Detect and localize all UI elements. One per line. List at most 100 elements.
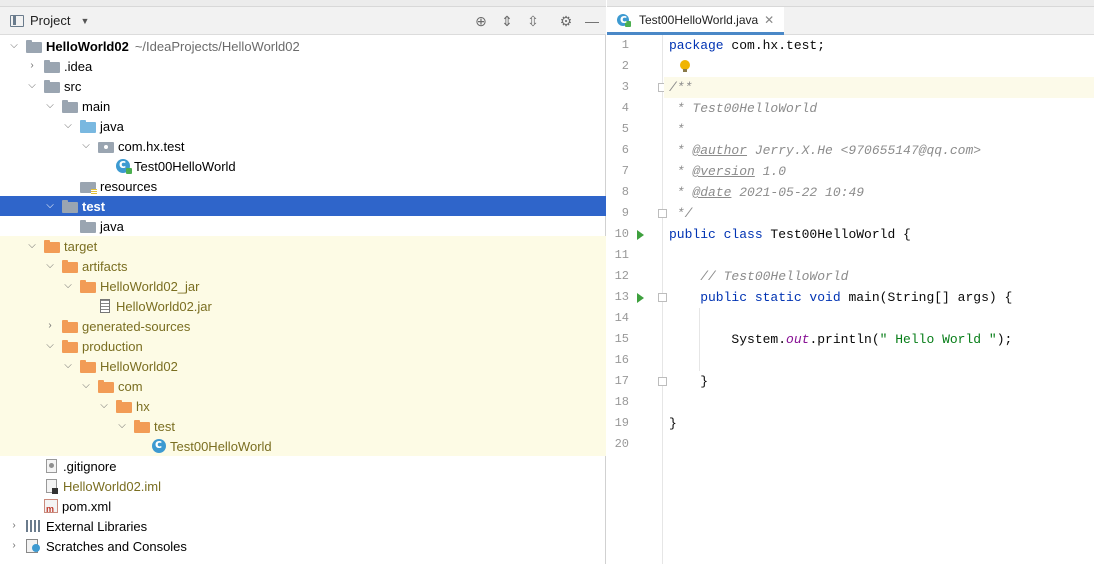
chevron-down-icon[interactable]: ⌵ bbox=[62, 360, 74, 372]
collapse-all-icon[interactable]: ⇳ bbox=[525, 13, 541, 29]
tree-item-java-main[interactable]: ⌵ java bbox=[0, 116, 606, 136]
tree-item-label: src bbox=[64, 78, 82, 94]
chevron-right-icon[interactable]: › bbox=[8, 520, 20, 532]
tree-item-label: com bbox=[118, 378, 143, 394]
line-number: 7 bbox=[621, 164, 629, 178]
chevron-down-icon[interactable]: ⌵ bbox=[62, 280, 74, 292]
tree-item-production[interactable]: ⌵ production bbox=[0, 336, 606, 356]
project-view-selector[interactable]: Project ▼ bbox=[10, 13, 89, 28]
chevron-down-icon[interactable]: ⌵ bbox=[8, 40, 20, 52]
line-number: 9 bbox=[621, 206, 629, 220]
tree-item-scratches[interactable]: › Scratches and Consoles bbox=[0, 536, 606, 556]
tree-item-hx[interactable]: ⌵ hx bbox=[0, 396, 606, 416]
tree-item-label: artifacts bbox=[82, 258, 128, 274]
tree-item-jar-folder[interactable]: ⌵ HelloWorld02_jar bbox=[0, 276, 606, 296]
tree-item-test[interactable]: ⌵ test bbox=[0, 196, 606, 216]
editor-window: Test00HelloWorld.java ✕ 1234567891011121… bbox=[607, 0, 1094, 564]
chevron-down-icon[interactable]: ⌵ bbox=[80, 140, 92, 152]
package-icon bbox=[98, 141, 114, 153]
tree-item-test-out[interactable]: ⌵ test bbox=[0, 416, 606, 436]
project-panel-title: Project bbox=[30, 13, 71, 28]
code-token: @date bbox=[692, 185, 732, 200]
tree-item-main[interactable]: ⌵ main bbox=[0, 96, 606, 116]
tree-item-idea[interactable]: › .idea bbox=[0, 56, 606, 76]
code-line: package com.hx.test; bbox=[664, 35, 1094, 56]
tree-item-generated-sources[interactable]: › generated-sources bbox=[0, 316, 606, 336]
tree-item-label: main bbox=[82, 98, 111, 114]
tree-item-label: test bbox=[154, 418, 175, 434]
chevron-right-icon[interactable]: › bbox=[8, 540, 20, 552]
gear-icon[interactable]: ⚙ bbox=[558, 13, 574, 29]
tree-item-helloworld02[interactable]: ⌵ HelloWorld02 ~/IdeaProjects/HelloWorld… bbox=[0, 36, 606, 56]
code-token: * bbox=[669, 122, 685, 137]
jar-file-icon bbox=[100, 299, 110, 313]
code-token: * Test00HelloWorld bbox=[669, 101, 818, 116]
line-number: 16 bbox=[614, 353, 629, 367]
tree-item-resources[interactable]: resources bbox=[0, 176, 606, 196]
chevron-right-icon[interactable]: › bbox=[26, 60, 38, 72]
chevron-down-icon[interactable]: ⌵ bbox=[26, 80, 38, 92]
line-number: 17 bbox=[614, 374, 629, 388]
editor-tab[interactable]: Test00HelloWorld.java ✕ bbox=[607, 7, 785, 35]
folder-icon bbox=[44, 59, 60, 73]
chevron-down-icon[interactable]: ⌵ bbox=[44, 340, 56, 352]
tree-item-pom[interactable]: pom.xml bbox=[0, 496, 606, 516]
chevron-down-icon[interactable]: ⌵ bbox=[26, 240, 38, 252]
chevron-down-icon[interactable]: ⌵ bbox=[44, 100, 56, 112]
maven-file-icon bbox=[44, 499, 58, 514]
tree-item-label: java bbox=[100, 218, 124, 234]
excluded-folder-icon bbox=[62, 319, 78, 333]
code-area[interactable]: package com.hx.test; /** * Test00HelloWor… bbox=[664, 35, 1094, 564]
code-line: * @date 2021-05-22 10:49 bbox=[664, 182, 1094, 203]
chevron-down-icon[interactable]: ⌵ bbox=[98, 400, 110, 412]
chevron-down-icon[interactable]: ⌵ bbox=[44, 200, 56, 212]
chevron-right-icon[interactable]: › bbox=[44, 320, 56, 332]
folder-icon bbox=[44, 79, 60, 93]
locate-icon[interactable]: ⊕ bbox=[473, 13, 489, 29]
tree-item-jar-file[interactable]: HelloWorld02.jar bbox=[0, 296, 606, 316]
intention-bulb-icon[interactable] bbox=[680, 60, 690, 72]
top-strip bbox=[0, 0, 606, 7]
code-token: 2021-05-22 10:49 bbox=[731, 185, 865, 200]
run-gutter-icon[interactable] bbox=[637, 293, 644, 303]
tree-item-label: java bbox=[100, 118, 124, 134]
tree-item-external-libraries[interactable]: › External Libraries bbox=[0, 516, 606, 536]
code-line: } bbox=[664, 371, 1094, 392]
chevron-down-icon[interactable]: ⌵ bbox=[44, 260, 56, 272]
tree-item-label: HelloWorld02 bbox=[100, 358, 178, 374]
tree-item-java-test[interactable]: java bbox=[0, 216, 606, 236]
tree-item-class[interactable]: Test00HelloWorld bbox=[0, 156, 606, 176]
code-token: package bbox=[669, 38, 724, 53]
hide-icon[interactable]: — bbox=[584, 13, 600, 29]
code-token: * bbox=[669, 143, 693, 158]
excluded-folder-icon bbox=[62, 259, 78, 273]
tree-item-package[interactable]: ⌵ com.hx.test bbox=[0, 136, 606, 156]
source-folder-icon bbox=[80, 119, 96, 133]
code-token: Test00HelloWorld { bbox=[762, 227, 911, 242]
close-icon[interactable]: ✕ bbox=[764, 13, 774, 27]
resources-folder-icon bbox=[80, 181, 97, 195]
line-number: 6 bbox=[621, 143, 629, 157]
folder-icon bbox=[62, 199, 78, 213]
tree-item-gitignore[interactable]: .gitignore bbox=[0, 456, 606, 476]
tree-item-com[interactable]: ⌵ com bbox=[0, 376, 606, 396]
tree-item-production-module[interactable]: ⌵ HelloWorld02 bbox=[0, 356, 606, 376]
chevron-down-icon[interactable]: ⌵ bbox=[62, 120, 74, 132]
code-token: @author bbox=[692, 143, 748, 158]
tree-item-label: generated-sources bbox=[82, 318, 191, 334]
editor-gutter: 1 2 3 4 5 6 7 8 9 10 11 12 13 14 15 16 17 18 19 20 bbox=[607, 35, 667, 564]
chevron-down-icon: ▼ bbox=[80, 15, 90, 26]
chevron-down-icon[interactable]: ⌵ bbox=[80, 380, 92, 392]
tree-item-class-out[interactable]: Test00HelloWorld bbox=[0, 436, 606, 456]
expand-all-icon[interactable]: ⇕ bbox=[499, 13, 515, 29]
tree-item-target[interactable]: ⌵ target bbox=[0, 236, 606, 256]
tree-item-iml[interactable]: HelloWorld02.iml bbox=[0, 476, 606, 496]
tree-item-label: Scratches and Consoles bbox=[46, 538, 187, 554]
tree-item-src[interactable]: ⌵ src bbox=[0, 76, 606, 96]
tree-item-artifacts[interactable]: ⌵ artifacts bbox=[0, 256, 606, 276]
chevron-down-icon[interactable]: ⌵ bbox=[116, 420, 128, 432]
line-number: 2 bbox=[621, 59, 629, 73]
code-token: } bbox=[669, 374, 709, 389]
run-gutter-icon[interactable] bbox=[637, 230, 644, 240]
